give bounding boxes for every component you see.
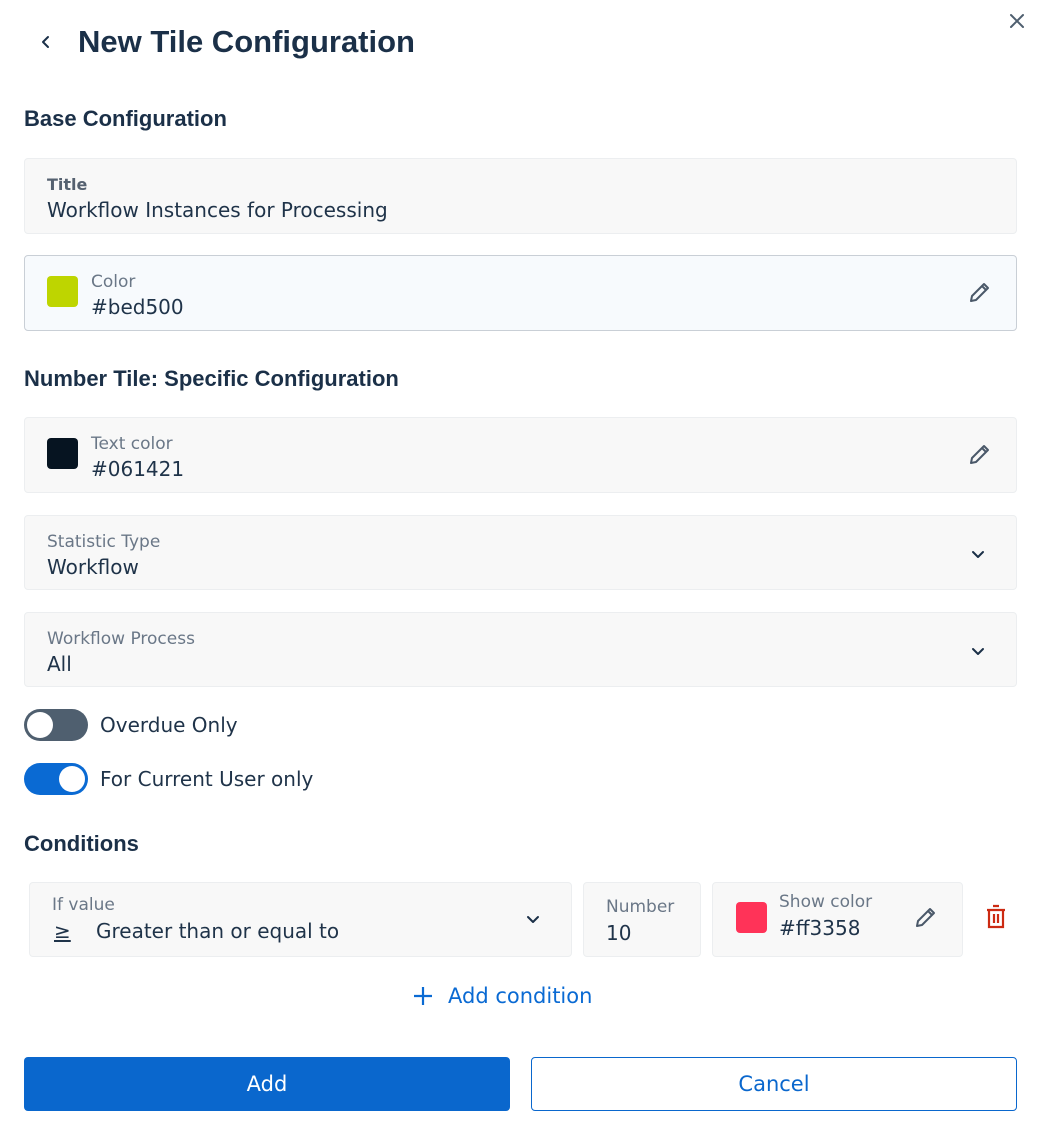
current-user-only-toggle[interactable]: For Current User only — [24, 763, 313, 795]
add-condition-label: Add condition — [448, 984, 593, 1008]
page-title: New Tile Configuration — [78, 24, 415, 59]
chevron-down-icon — [968, 641, 988, 661]
title-field[interactable]: Title Workflow Instances for Processing — [24, 158, 1017, 234]
number-value[interactable]: 10 — [606, 921, 631, 945]
add-button[interactable]: Add — [24, 1057, 510, 1111]
toggle-knob — [59, 766, 85, 792]
plus-icon — [412, 985, 434, 1007]
close-icon — [1009, 13, 1025, 33]
edit-color-button[interactable] — [966, 280, 994, 308]
statistic-type-label: Statistic Type — [47, 532, 161, 552]
show-color-label: Show color — [779, 892, 873, 912]
trash-icon — [985, 904, 1007, 934]
delete-condition-button[interactable] — [982, 904, 1010, 934]
pencil-icon — [913, 904, 939, 934]
color-swatch — [47, 276, 78, 307]
pencil-icon — [967, 279, 993, 309]
workflow-process-select[interactable]: Workflow Process All — [24, 612, 1017, 687]
text-color-value: #061421 — [91, 457, 185, 481]
workflow-process-label: Workflow Process — [47, 629, 195, 649]
chevron-left-icon — [40, 34, 52, 54]
section-title-specific: Number Tile: Specific Configuration — [24, 366, 399, 391]
toggle-switch[interactable] — [24, 763, 88, 795]
close-button[interactable] — [1006, 12, 1028, 34]
color-field-value: #bed500 — [91, 295, 184, 319]
title-field-label: Title — [47, 175, 88, 194]
toggle-knob — [27, 712, 53, 738]
edit-text-color-button[interactable] — [966, 442, 994, 470]
statistic-type-select[interactable]: Statistic Type Workflow — [24, 515, 1017, 590]
condition-number-input[interactable]: Number 10 — [583, 882, 701, 957]
section-title-conditions: Conditions — [24, 831, 139, 856]
operator-label: If value — [52, 895, 115, 915]
color-field[interactable]: Color #bed500 — [24, 255, 1017, 331]
text-color-swatch — [47, 438, 78, 469]
pencil-icon — [967, 441, 993, 471]
operator-value: Greater than or equal to — [96, 919, 340, 943]
current-user-only-label: For Current User only — [100, 767, 314, 791]
back-button[interactable] — [34, 30, 58, 58]
condition-color-field[interactable]: Show color #ff3358 — [712, 882, 963, 957]
overdue-only-toggle[interactable]: Overdue Only — [24, 709, 238, 741]
overdue-only-label: Overdue Only — [100, 713, 238, 737]
title-field-value[interactable]: Workflow Instances for Processing — [47, 198, 388, 222]
statistic-type-value: Workflow — [47, 555, 139, 579]
show-color-swatch — [736, 902, 767, 933]
section-title-base: Base Configuration — [24, 106, 227, 131]
cancel-button[interactable]: Cancel — [531, 1057, 1017, 1111]
add-condition-button[interactable]: Add condition — [412, 980, 592, 1012]
text-color-field[interactable]: Text color #061421 — [24, 417, 1017, 493]
text-color-label: Text color — [91, 434, 173, 454]
edit-show-color-button[interactable] — [912, 905, 940, 933]
greater-equal-icon: ≥ — [54, 919, 71, 943]
number-label: Number — [606, 897, 675, 917]
workflow-process-value: All — [47, 652, 72, 676]
color-field-label: Color — [91, 272, 136, 292]
show-color-value: #ff3358 — [779, 916, 861, 940]
toggle-switch[interactable] — [24, 709, 88, 741]
chevron-down-icon — [523, 909, 543, 929]
chevron-down-icon — [968, 544, 988, 564]
condition-operator-select[interactable]: If value ≥ Greater than or equal to — [29, 882, 572, 957]
